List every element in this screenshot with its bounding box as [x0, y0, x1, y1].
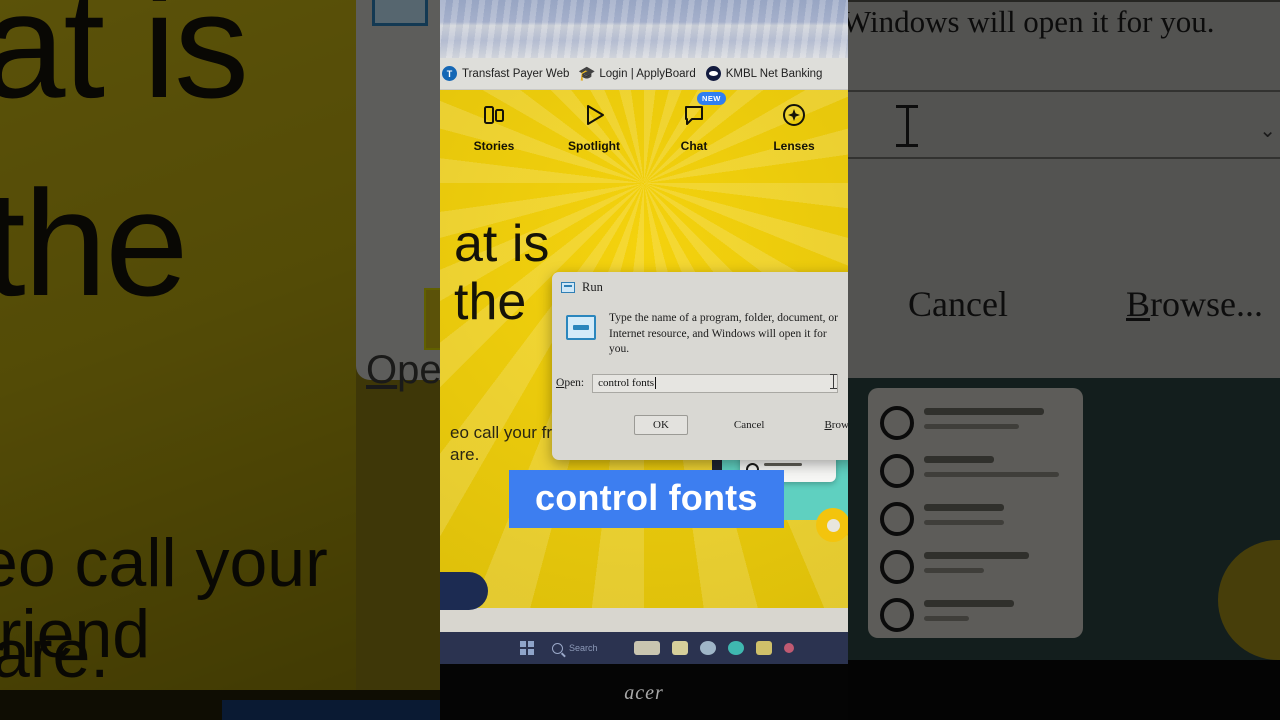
nav-lenses[interactable]: Lenses — [761, 98, 827, 153]
taskbar-app-icons[interactable] — [633, 641, 794, 655]
right-bg-browse-label: Browse... — [1126, 284, 1263, 324]
run-dialog-titlebar: Run — [552, 272, 848, 295]
bookmark-label: Login | ApplyBoard — [599, 67, 696, 80]
spotlight-play-icon — [577, 98, 611, 132]
snapchat-navbar[interactable]: Stories Spotlight NEW Chat Lenses — [440, 92, 848, 153]
run-dialog-buttons: OK Cancel Browse... — [552, 393, 848, 435]
bookmark-applyboard[interactable]: 🎓 Login | ApplyBoard — [578, 65, 696, 81]
left-bg-sub-2: are. — [0, 616, 110, 692]
taskbar-app-6[interactable] — [783, 643, 794, 653]
avatar — [880, 598, 914, 632]
run-open-input[interactable]: control fonts — [592, 373, 839, 393]
nav-chat[interactable]: NEW Chat — [661, 92, 727, 153]
left-bg-headline-1: at is — [0, 0, 249, 129]
kmbl-favicon — [705, 66, 721, 81]
right-bg-field-bottom — [848, 157, 1280, 159]
taskbar-app-edge[interactable] — [727, 641, 744, 655]
text-caret — [655, 377, 657, 389]
transfast-favicon: T — [442, 66, 457, 81]
bookmarks-bar[interactable]: T Transfast Payer Web 🎓 Login | ApplyBoa… — [440, 58, 848, 90]
run-window-icon — [561, 282, 575, 293]
avatar — [880, 502, 914, 536]
video-frame: at is the eo call your friend are. Ope W… — [0, 0, 1280, 720]
caption-banner: control fonts — [509, 470, 784, 528]
taskbar-search[interactable]: Search — [552, 642, 598, 654]
right-background-panel: Windows will open it for you. ⌄ Cancel B… — [848, 0, 1280, 720]
left-bg-blue-strip — [222, 700, 440, 720]
hero-headline: at is the — [454, 215, 549, 331]
right-bg-dialog-text: Windows will open it for you. — [848, 4, 1215, 39]
run-large-icon — [566, 315, 596, 340]
snapchat-ghost-badge — [816, 508, 848, 542]
taskbar-app-2[interactable] — [671, 641, 688, 655]
stories-icon — [477, 98, 511, 132]
caption-text: control fonts — [535, 477, 758, 518]
run-dialog-body: Type the name of a program, folder, docu… — [552, 295, 848, 358]
mouse-ibeam-cursor-icon — [830, 374, 837, 390]
avatar — [880, 454, 914, 488]
left-bg-headline-2: the — [0, 159, 189, 327]
ok-button[interactable]: OK — [634, 414, 688, 435]
laptop-screen-photo: T Transfast Payer Web 🎓 Login | ApplyBoa… — [440, 0, 848, 720]
browse-button[interactable]: Browse... — [810, 416, 848, 434]
left-background-panel: at is the eo call your friend are. Ope — [0, 0, 440, 720]
nav-label: Chat — [680, 139, 708, 153]
nav-label: Lenses — [773, 139, 815, 153]
right-bg-top-edge — [848, 0, 1280, 2]
bookmark-label: Transfast Payer Web — [462, 67, 570, 80]
nav-label: Stories — [473, 139, 515, 153]
taskbar-app-3[interactable] — [699, 641, 716, 655]
windows-taskbar[interactable]: Search — [440, 632, 848, 664]
bookmark-kmbl[interactable]: KMBL Net Banking — [705, 66, 823, 81]
run-description-line1: Type the name of a program, folder, docu… — [609, 312, 838, 324]
right-bg-chat-card — [868, 388, 1083, 638]
run-open-label: Open: — [556, 377, 585, 389]
taskbar-app-5[interactable] — [755, 641, 772, 655]
browser-chrome — [440, 0, 848, 58]
right-bg-field-top — [848, 90, 1280, 92]
run-dialog-title: Run — [582, 280, 603, 294]
search-placeholder: Search — [569, 643, 598, 653]
bookmark-label: KMBL Net Banking — [725, 67, 823, 80]
windows-start-icon[interactable] — [520, 641, 534, 655]
right-bg-ibeam-cursor-icon — [896, 105, 918, 147]
run-description: Type the name of a program, folder, docu… — [609, 311, 846, 358]
snapchat-web-page: Stories Spotlight NEW Chat Lenses at is … — [440, 90, 848, 720]
right-bg-cancel-label: Cancel — [908, 284, 1008, 324]
nav-label: Spotlight — [568, 139, 620, 153]
search-icon — [552, 642, 563, 654]
hero-headline-line2: the — [454, 273, 527, 331]
bookmark-transfast[interactable]: T Transfast Payer Web — [442, 66, 569, 81]
run-open-input-value: control fonts — [598, 377, 655, 389]
avatar — [880, 406, 914, 440]
run-open-row: Open: control fonts — [552, 358, 848, 393]
laptop-brand-logo: acer — [624, 682, 664, 704]
left-bg-input-edge — [424, 288, 440, 350]
hero-headline-line1: at is — [454, 215, 550, 273]
right-bg-chevron-down-icon: ⌄ — [1259, 120, 1276, 142]
nav-stories[interactable]: Stories — [461, 98, 527, 153]
moire-overlay — [440, 0, 848, 58]
hero-cta-button[interactable] — [440, 572, 488, 610]
avatar — [880, 550, 914, 584]
cancel-button[interactable]: Cancel — [720, 416, 779, 434]
lenses-sparkle-icon — [777, 98, 811, 132]
left-bg-open-label: Ope — [366, 348, 440, 392]
run-description-line2: Internet resource, and Windows will open… — [609, 327, 827, 356]
new-badge: NEW — [697, 92, 726, 105]
left-bg-dialog-icon — [372, 0, 428, 26]
nav-spotlight[interactable]: Spotlight — [561, 98, 627, 153]
taskbar-app-1[interactable] — [633, 641, 660, 655]
run-dialog[interactable]: Run Type the name of a program, folder, … — [552, 272, 848, 460]
applyboard-favicon: 🎓 — [578, 65, 596, 81]
right-bg-bezel — [848, 660, 1280, 720]
